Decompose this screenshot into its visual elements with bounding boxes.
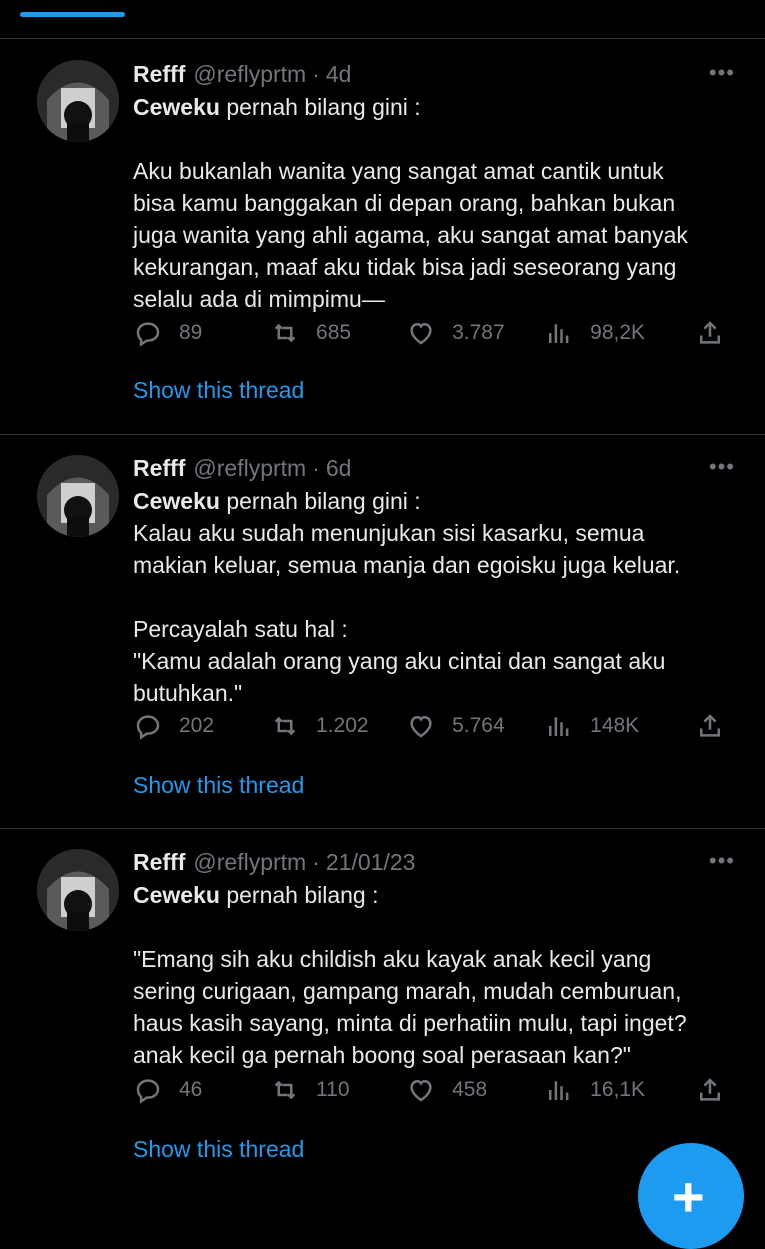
tweet-text: Ceweku pernah bilang gini : Aku bukanlah…	[133, 91, 735, 315]
active-tab-indicator	[20, 12, 125, 17]
user-handle[interactable]: @reflyprtm	[193, 454, 306, 482]
show-thread-link[interactable]: Show this thread	[133, 772, 304, 799]
timestamp[interactable]: 6d	[326, 454, 352, 482]
heart-icon	[410, 715, 432, 738]
avatar-image	[37, 849, 119, 931]
timestamp[interactable]: 21/01/23	[326, 848, 416, 876]
retweet-icon	[274, 716, 296, 736]
tweet[interactable]: Refff @reflyprtm · 6d ••• Ceweku pernah …	[0, 435, 765, 829]
display-name[interactable]: Refff	[133, 60, 185, 88]
like-count: 5.764	[452, 714, 505, 737]
heart-icon	[410, 322, 432, 345]
reply-count: 46	[179, 1078, 203, 1101]
retweet-icon	[274, 323, 296, 343]
view-count: 148K	[590, 714, 640, 737]
share-button[interactable]	[695, 318, 725, 348]
views-chart-icon	[549, 717, 569, 736]
avatar[interactable]	[37, 849, 119, 931]
reply-count: 89	[179, 321, 203, 344]
separator-dot: ·	[312, 61, 320, 87]
tweet-body: Aku bukanlah wanita yang sangat amat can…	[133, 158, 688, 312]
avatar[interactable]	[37, 60, 119, 142]
tweet-lead-rest: pernah bilang :	[219, 882, 379, 908]
more-options-icon[interactable]: •••	[709, 848, 735, 874]
reply-button[interactable]: 89	[133, 318, 270, 348]
plus-icon: +	[672, 1165, 705, 1228]
more-options-icon[interactable]: •••	[709, 60, 735, 86]
display-name[interactable]: Refff	[133, 848, 185, 876]
heart-icon	[410, 1079, 432, 1102]
retweet-button[interactable]: 1.202	[270, 711, 406, 741]
tweet-lead-rest: pernah bilang gini :	[219, 94, 421, 120]
tweet-lead-bold: Ceweku	[133, 882, 220, 908]
avatar-image	[37, 60, 119, 142]
compose-tweet-button[interactable]: +	[638, 1143, 744, 1249]
retweet-button[interactable]: 110	[270, 1075, 406, 1105]
like-count: 458	[452, 1078, 488, 1101]
reply-icon	[136, 715, 160, 740]
retweet-icon	[274, 1080, 296, 1100]
separator-dot: ·	[312, 849, 320, 875]
avatar-image	[37, 455, 119, 537]
retweet-count: 1.202	[316, 714, 369, 737]
tweet[interactable]: Refff @reflyprtm · 21/01/23 ••• Ceweku p…	[0, 829, 765, 1200]
user-handle[interactable]: @reflyprtm	[193, 60, 306, 88]
tweet[interactable]: Refff @reflyprtm · 4d ••• Ceweku pernah …	[0, 39, 765, 435]
retweet-button[interactable]: 685	[270, 318, 406, 348]
views-chart-icon	[549, 1081, 569, 1100]
show-thread-link[interactable]: Show this thread	[133, 1136, 304, 1163]
tweet-text: Ceweku pernah bilang gini : Kalau aku su…	[133, 485, 735, 709]
share-icon	[700, 321, 720, 344]
share-button[interactable]	[695, 711, 725, 741]
retweet-count: 685	[316, 321, 352, 344]
share-icon	[700, 714, 720, 737]
tweet-body: "Emang sih aku childish aku kayak anak k…	[133, 946, 687, 1068]
views-button[interactable]: 98,2K	[544, 318, 695, 348]
tweet-lead-bold: Ceweku	[133, 94, 220, 120]
reply-button[interactable]: 46	[133, 1075, 270, 1105]
views-button[interactable]: 148K	[544, 711, 695, 741]
like-button[interactable]: 5.764	[406, 711, 544, 741]
reply-icon	[136, 322, 160, 347]
retweet-count: 110	[316, 1078, 350, 1101]
reply-button[interactable]: 202	[133, 711, 270, 741]
separator-dot: ·	[312, 455, 320, 481]
timestamp[interactable]: 4d	[326, 60, 352, 88]
user-handle[interactable]: @reflyprtm	[193, 848, 306, 876]
like-button[interactable]: 458	[406, 1075, 544, 1105]
more-options-icon[interactable]: •••	[709, 454, 735, 480]
reply-icon	[136, 1079, 160, 1104]
tweet-text: Ceweku pernah bilang : "Emang sih aku ch…	[133, 879, 735, 1071]
share-button[interactable]	[695, 1075, 725, 1105]
tweet-lead-rest: pernah bilang gini :	[219, 488, 421, 514]
share-icon	[700, 1078, 720, 1101]
show-thread-link[interactable]: Show this thread	[133, 377, 304, 404]
tweet-body: Kalau aku sudah menunjukan sisi kasarku,…	[133, 520, 681, 706]
views-button[interactable]: 16,1K	[544, 1075, 695, 1105]
like-button[interactable]: 3.787	[406, 318, 544, 348]
view-count: 16,1K	[590, 1078, 646, 1101]
display-name[interactable]: Refff	[133, 454, 185, 482]
avatar[interactable]	[37, 455, 119, 537]
like-count: 3.787	[452, 321, 505, 344]
views-chart-icon	[549, 324, 569, 343]
reply-count: 202	[179, 714, 215, 737]
tweet-lead-bold: Ceweku	[133, 488, 220, 514]
view-count: 98,2K	[590, 321, 646, 344]
